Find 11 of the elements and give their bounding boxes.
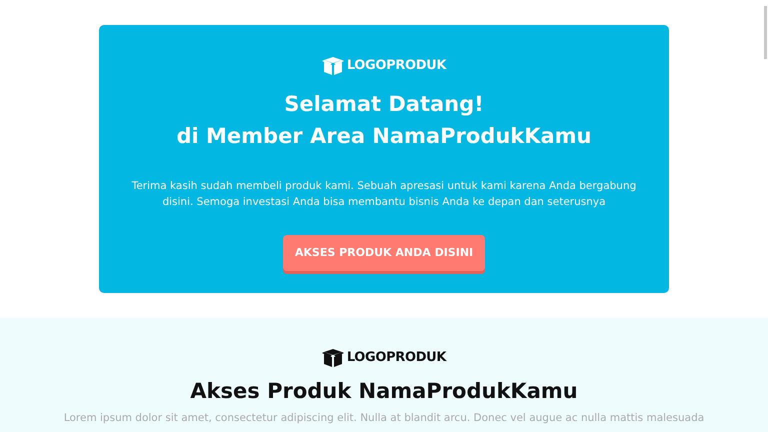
logo-text: LOGOPRODUK — [346, 57, 446, 76]
box-icon — [322, 348, 344, 368]
box-icon — [322, 56, 344, 76]
logo-text: LOGOPRODUK — [346, 349, 446, 368]
welcome-subtitle: di Member Area NamaProdukKamu — [176, 123, 592, 150]
thank-you-message: Terima kasih sudah membeli produk kami. Sebuah apresasi untuk kami karena Anda bergabung disini. Semoga investasi Anda bisa membantu bisnis Anda ke depan dan seterusnya — [130, 179, 638, 210]
intro-text: Lorem ipsum dolor sit amet, consectetur adipiscing elit. Nulla at blandit arcu. Donec vel augue ac nulla mattis malesuada — [64, 412, 704, 425]
welcome-title: Selamat Datang! — [284, 91, 484, 118]
access-heading: Akses Produk NamaProdukKamu — [190, 378, 578, 405]
access-product-button[interactable]: AKSES PRODUK ANDA DISINI — [282, 235, 486, 271]
scrollbar-thumb[interactable] — [764, 6, 767, 59]
